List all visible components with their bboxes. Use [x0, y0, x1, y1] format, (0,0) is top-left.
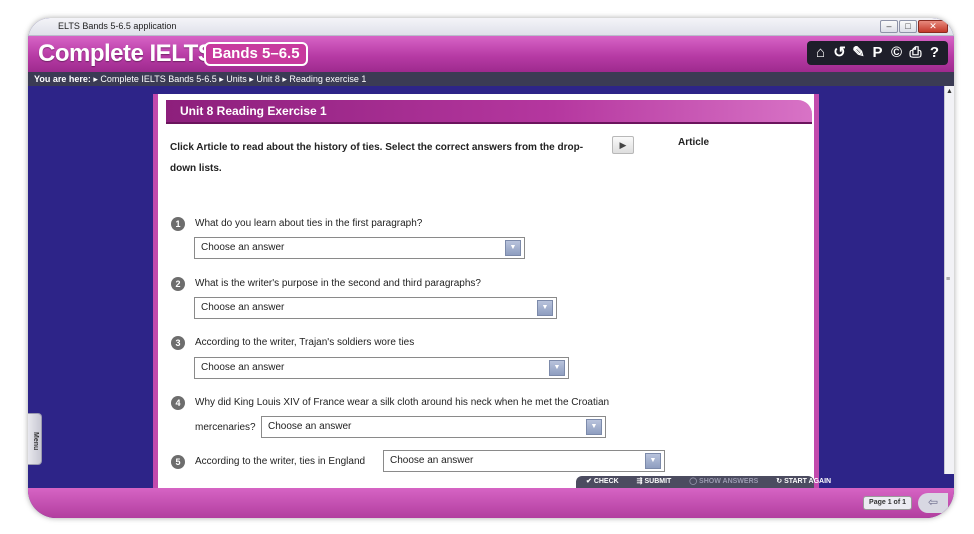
- exercise-header: Unit 8 Reading Exercise 1: [166, 100, 812, 124]
- answer-dropdown-2[interactable]: Choose an answer ▼: [194, 297, 557, 319]
- scroll-grip-icon[interactable]: ≡: [946, 276, 950, 283]
- start-again-button[interactable]: ↻ START AGAIN: [776, 478, 839, 485]
- start-again-label: START AGAIN: [784, 478, 832, 485]
- question-number-3: 3: [171, 336, 185, 350]
- show-answers-button[interactable]: ◯ SHOW ANSWERS: [689, 478, 766, 485]
- question-text-4-cont: mercenaries?: [195, 422, 256, 433]
- submit-button[interactable]: ⇶ SUBMIT: [637, 478, 680, 485]
- answer-dropdown-5[interactable]: Choose an answer ▼: [383, 450, 665, 472]
- question-text-2: What is the writer's purpose in the seco…: [195, 278, 481, 289]
- app-header: Complete IELTS Bands 5–6.5 ⌂ ↺ ✎ P © ⎙ ?: [28, 36, 954, 72]
- back-icon[interactable]: ↺: [830, 43, 849, 63]
- window-title: ELTS Bands 5-6.5 application: [58, 21, 177, 31]
- submit-label: SUBMIT: [644, 478, 672, 485]
- dropdown-value-2: Choose an answer: [201, 302, 285, 313]
- close-button[interactable]: ✕: [918, 20, 948, 33]
- title-bar: ELTS Bands 5-6.5 application – □ ✕: [28, 18, 954, 36]
- instruction-line-1: Click Article to read about the history …: [170, 142, 584, 153]
- answer-dropdown-1[interactable]: Choose an answer ▼: [194, 237, 525, 259]
- band-badge: Bands 5–6.5: [204, 42, 308, 66]
- previous-page-icon[interactable]: ⇦: [918, 493, 948, 513]
- question-text-3: According to the writer, Trajan's soldie…: [195, 337, 415, 348]
- exercise-panel: Unit 8 Reading Exercise 1 Click Article …: [153, 94, 831, 488]
- chevron-down-icon[interactable]: ▼: [586, 419, 602, 435]
- show-answers-label: SHOW ANSWERS: [699, 478, 759, 485]
- footer-bar: Page 1 of 1 ⇦: [28, 488, 954, 518]
- chevron-down-icon[interactable]: ▼: [645, 453, 661, 469]
- question-number-5: 5: [171, 455, 185, 469]
- chevron-down-icon[interactable]: ▼: [537, 300, 553, 316]
- print-icon[interactable]: ⎙: [906, 43, 925, 63]
- article-icon: ▶: [619, 140, 627, 150]
- vertical-scrollbar[interactable]: ▲ ≡: [944, 86, 954, 474]
- dropdown-value-3: Choose an answer: [201, 362, 285, 373]
- menu-tab[interactable]: Menu: [28, 413, 42, 465]
- article-button[interactable]: ▶: [612, 136, 634, 154]
- copyright-icon[interactable]: ©: [887, 43, 906, 63]
- check-button[interactable]: ✔ CHECK: [586, 478, 627, 485]
- help-icon[interactable]: ?: [925, 43, 944, 63]
- question-number-4: 4: [171, 396, 185, 410]
- instruction-line-2: down lists.: [170, 163, 222, 174]
- home-icon[interactable]: ⌂: [811, 43, 830, 63]
- breadcrumb-prefix: You are here:: [34, 74, 91, 84]
- p-icon[interactable]: P: [868, 43, 887, 63]
- page-indicator: Page 1 of 1: [863, 496, 912, 510]
- action-bar: ✔ CHECK ⇶ SUBMIT ◯ SHOW ANSWERS ↻ START …: [576, 476, 831, 488]
- breadcrumb-trail[interactable]: ▸ Complete IELTS Bands 5-6.5 ▸ Units ▸ U…: [93, 74, 366, 84]
- question-text-4: Why did King Louis XIV of France wear a …: [195, 397, 610, 408]
- chevron-down-icon[interactable]: ▼: [505, 240, 521, 256]
- toolbar-icons: ⌂ ↺ ✎ P © ⎙ ?: [807, 41, 948, 65]
- scroll-up-icon[interactable]: ▲: [946, 88, 953, 95]
- article-label[interactable]: Article: [678, 137, 709, 148]
- dropdown-value-5: Choose an answer: [390, 455, 474, 466]
- answer-dropdown-3[interactable]: Choose an answer ▼: [194, 357, 569, 379]
- maximize-button[interactable]: □: [899, 20, 917, 33]
- question-text-5: According to the writer, ties in England: [195, 456, 366, 467]
- brand-title: Complete IELTS: [38, 40, 214, 67]
- tools-icon[interactable]: ✎: [849, 43, 868, 63]
- dropdown-value-4: Choose an answer: [268, 421, 352, 432]
- screen-frame: ELTS Bands 5-6.5 application – □ ✕ Compl…: [0, 0, 974, 534]
- question-number-2: 2: [171, 277, 185, 291]
- instruction-text: Click Article to read about the history …: [170, 137, 600, 179]
- minimize-button[interactable]: –: [880, 20, 898, 33]
- question-number-1: 1: [171, 217, 185, 231]
- answer-dropdown-4[interactable]: Choose an answer ▼: [261, 416, 606, 438]
- breadcrumb: You are here: ▸ Complete IELTS Bands 5-6…: [28, 72, 954, 86]
- app-window: ELTS Bands 5-6.5 application – □ ✕ Compl…: [28, 18, 954, 518]
- dropdown-value-1: Choose an answer: [201, 242, 285, 253]
- question-text-1: What do you learn about ties in the firs…: [195, 218, 423, 229]
- chevron-down-icon[interactable]: ▼: [549, 360, 565, 376]
- check-label: CHECK: [593, 478, 619, 485]
- menu-tab-label: Menu: [32, 432, 39, 451]
- exercise-title: Unit 8 Reading Exercise 1: [180, 104, 327, 118]
